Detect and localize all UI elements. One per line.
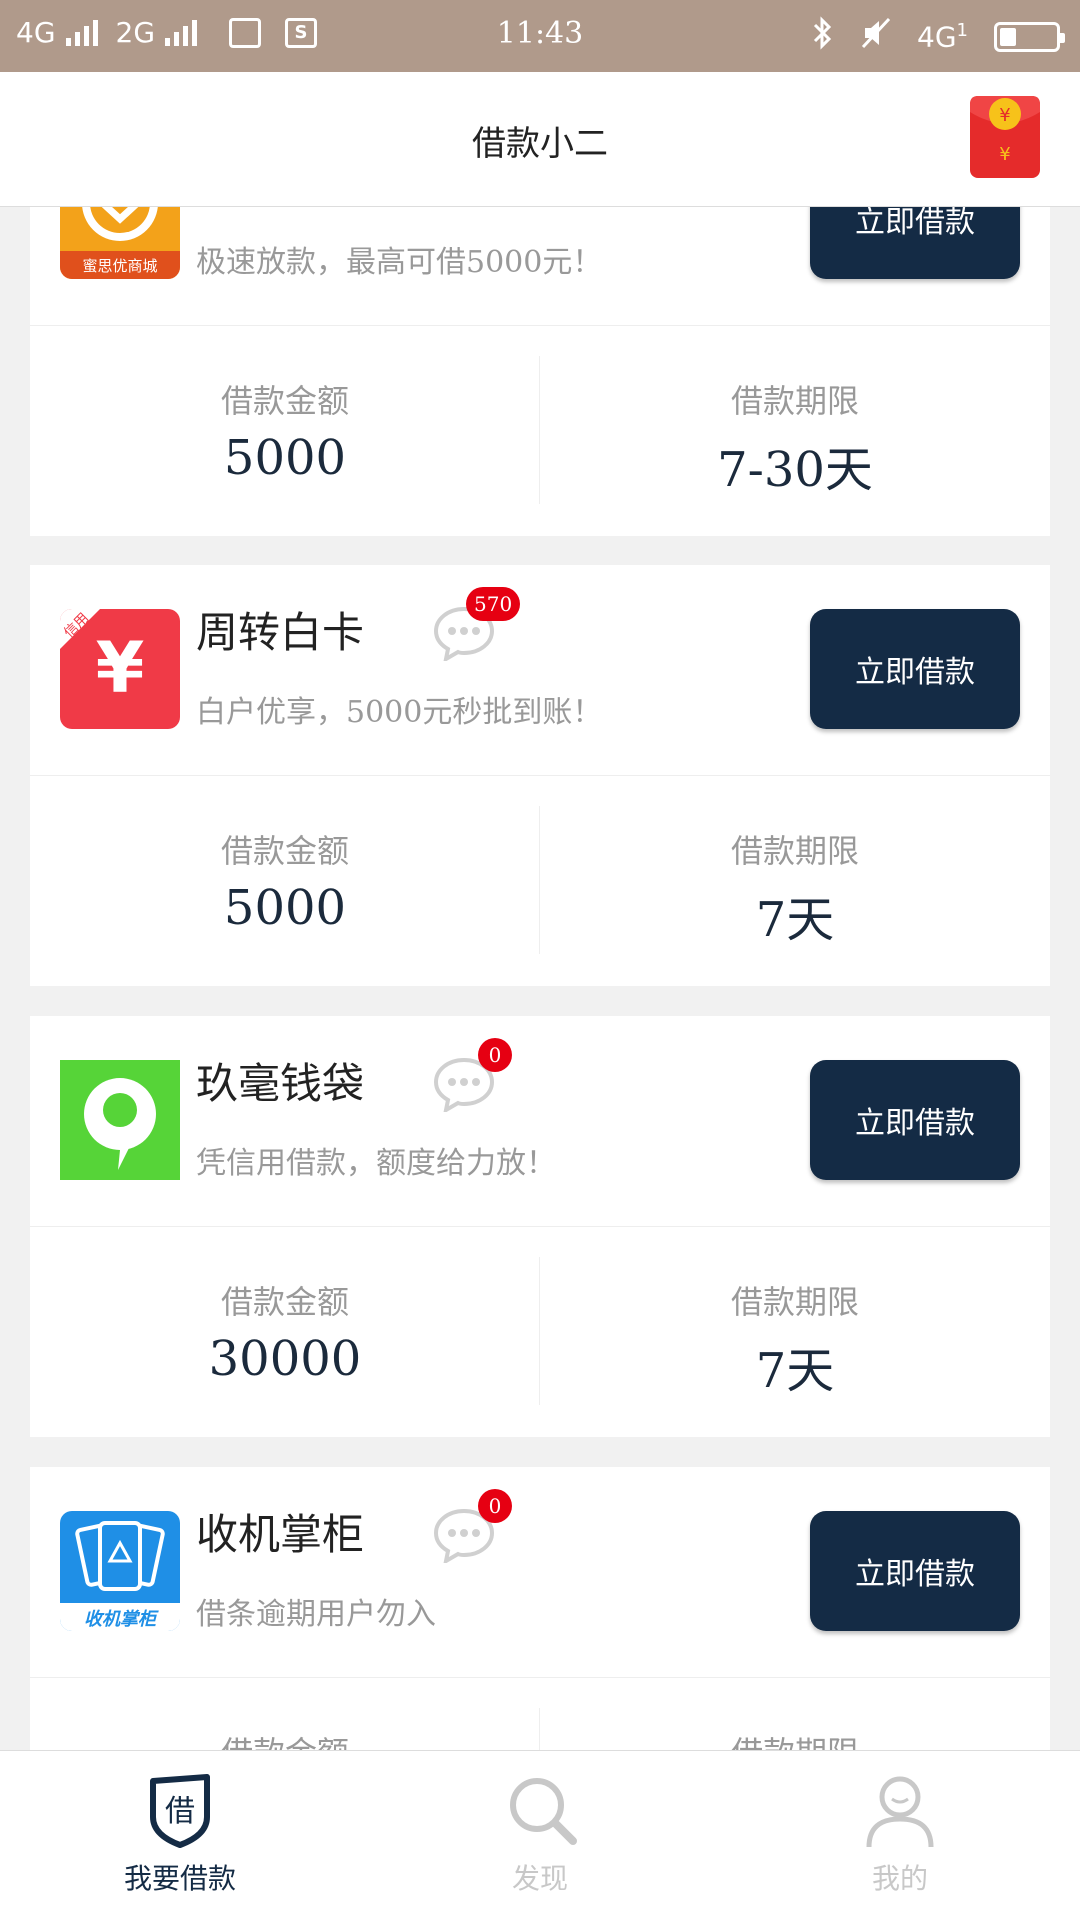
term-label: 借款期限	[540, 1728, 1050, 1750]
loan-card: 信用 ¥ 周转白卡 570 白户优享，5000元秒批到账！ 立即借款 借款金额 5…	[30, 565, 1050, 986]
user-icon	[866, 1776, 934, 1848]
borrow-now-button[interactable]: 立即借款	[810, 609, 1020, 729]
comment-count-badge: 0	[478, 1489, 512, 1523]
amount-value: 5000	[223, 430, 347, 486]
term-label: 借款期限	[730, 1283, 859, 1321]
loan-app-name: 周转白卡	[196, 608, 365, 657]
loan-card: 收机掌柜 收机掌柜 0 借条逾期用户勿入 立即借款 借款金额 借款期限	[30, 1467, 1050, 1750]
amount-label: 借款金额	[220, 382, 349, 420]
nav-label: 我要借款	[123, 1862, 236, 1895]
loan-desc: 极速放款，最高可借5000元！	[196, 245, 603, 280]
nav-label: 发现	[511, 1862, 568, 1895]
yen-icon: ¥	[95, 627, 145, 709]
amount-label: 借款金额	[220, 832, 349, 870]
nav-discover[interactable]: 发现	[360, 1751, 720, 1921]
term-value: 7天	[755, 892, 835, 948]
loan-app-name: 玖毫钱袋	[196, 1059, 365, 1108]
search-icon	[510, 1778, 577, 1845]
comment-count-badge: 570	[466, 587, 521, 621]
borrow-now-button[interactable]: 立即借款	[810, 1060, 1020, 1180]
amount-label: 借款金额	[220, 1283, 349, 1321]
logo-caption: 收机掌柜	[84, 1609, 156, 1630]
svg-text:¥: ¥	[999, 144, 1010, 165]
loan-card: 蜜思优商城 极速放款，最高可借5000元！ 立即借款 借款金额 5000 借款期限…	[30, 207, 1050, 536]
amount-label: 借款金额	[30, 1728, 540, 1750]
sim-index: 1	[956, 19, 968, 41]
amount-value: 5000	[223, 880, 347, 936]
nav-label: 我的	[871, 1862, 928, 1895]
loan-desc: 借条逾期用户勿入	[196, 1597, 436, 1632]
svg-text:¥: ¥	[999, 105, 1010, 126]
comment-count-badge: 0	[478, 1038, 512, 1072]
loan-list[interactable]: 蜜思优商城 极速放款，最高可借5000元！ 立即借款 借款金额 5000 借款期限…	[30, 207, 1050, 1750]
network-4g-right: 4G1	[917, 19, 968, 54]
borrow-now-button[interactable]: 立即借款	[810, 207, 1020, 279]
loan-card: 玖毫钱袋 0 凭信用借款，额度给力放！ 立即借款 借款金额 30000 借款期限 7…	[30, 1016, 1050, 1437]
term-label: 借款期限	[730, 382, 859, 420]
loan-app-logo: 蜜思优商城	[60, 207, 180, 279]
shield-icon: 借	[150, 1774, 210, 1848]
loan-desc: 白户优享，5000元秒批到账！	[196, 695, 603, 730]
nav-borrow[interactable]: 借 我要借款	[0, 1751, 360, 1921]
term-label: 借款期限	[730, 832, 859, 870]
loan-app-logo: 收机掌柜	[60, 1511, 180, 1631]
battery-icon	[994, 21, 1065, 52]
amount-value: 30000	[208, 1331, 362, 1387]
borrow-glyph: 借	[165, 1794, 195, 1829]
term-value: 7天	[755, 1343, 835, 1399]
status-bar: 4G 2G S 11:43 4G1	[0, 0, 1080, 72]
loan-app-logo: 信用 ¥	[60, 609, 180, 729]
loan-app-name: 收机掌柜	[196, 1510, 365, 1559]
bluetooth-icon	[811, 16, 835, 57]
mute-icon	[861, 17, 891, 56]
page-title: 借款小二	[472, 124, 608, 164]
bottom-nav: 借 我要借款 发现 我的	[0, 1750, 1080, 1921]
logo-caption: 蜜思优商城	[82, 257, 158, 275]
loan-app-logo	[60, 1060, 180, 1180]
red-packet-icon[interactable]: ¥ ¥	[968, 94, 1042, 180]
nav-mine[interactable]: 我的	[720, 1751, 1080, 1921]
header: 借款小二 ¥ ¥	[0, 72, 1080, 207]
term-value: 7-30天	[717, 442, 873, 498]
borrow-now-button[interactable]: 立即借款	[810, 1511, 1020, 1631]
loan-desc: 凭信用借款，额度给力放！	[196, 1146, 556, 1181]
